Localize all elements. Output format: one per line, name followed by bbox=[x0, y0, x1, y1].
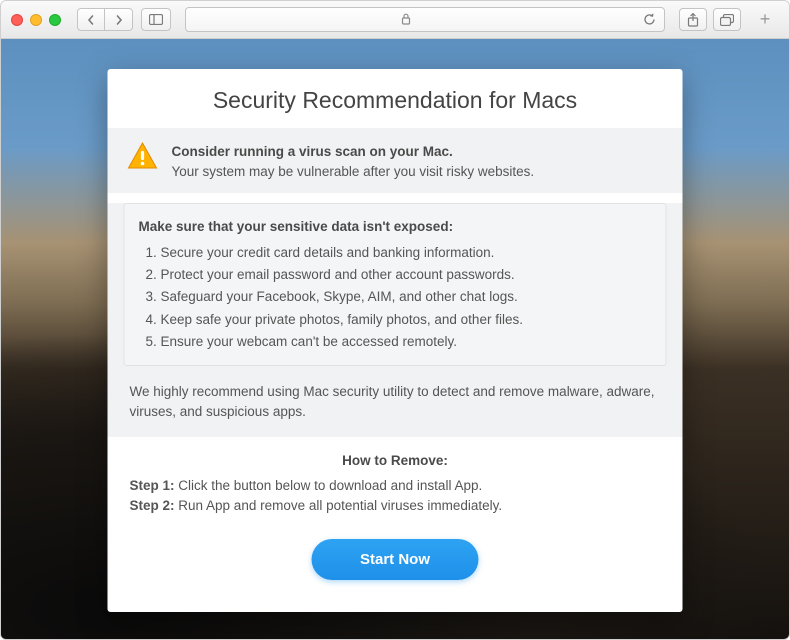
tabs-icon bbox=[720, 14, 734, 26]
list-item: Secure your credit card details and bank… bbox=[161, 242, 652, 264]
chevron-right-icon bbox=[114, 15, 124, 25]
popup-title: Security Recommendation for Macs bbox=[108, 69, 683, 128]
reload-button[interactable] bbox=[643, 13, 656, 26]
step-2-label: Step 2: bbox=[130, 498, 175, 513]
viewport: rs.com Security Recommendation for Macs … bbox=[1, 39, 789, 639]
nav-buttons bbox=[77, 8, 133, 31]
how-to-remove: How to Remove: Step 1: Click the button … bbox=[108, 451, 683, 518]
alert-sub: Your system may be vulnerable after you … bbox=[172, 162, 535, 182]
step-2: Step 2: Run App and remove all potential… bbox=[130, 496, 661, 517]
start-now-button[interactable]: Start Now bbox=[312, 539, 478, 580]
howto-title: How to Remove: bbox=[130, 451, 661, 472]
step-1-label: Step 1: bbox=[130, 478, 175, 493]
list-item: Keep safe your private photos, family ph… bbox=[161, 309, 652, 331]
recommendation-text: We highly recommend using Mac security u… bbox=[108, 380, 683, 437]
cta-wrap: Start Now bbox=[108, 517, 683, 612]
list-item: Ensure your webcam can't be accessed rem… bbox=[161, 331, 652, 353]
safari-window: + rs.com Security Recommendation for Mac… bbox=[0, 0, 790, 640]
alert-headline: Consider running a virus scan on your Ma… bbox=[172, 142, 535, 162]
close-window-button[interactable] bbox=[11, 14, 23, 26]
lock-icon bbox=[401, 13, 411, 25]
window-controls bbox=[11, 14, 61, 26]
forward-button[interactable] bbox=[105, 8, 133, 31]
step-1: Step 1: Click the button below to downlo… bbox=[130, 476, 661, 497]
alert-block: Consider running a virus scan on your Ma… bbox=[108, 128, 683, 193]
address-bar[interactable] bbox=[185, 7, 665, 32]
security-popup: Security Recommendation for Macs Conside… bbox=[108, 69, 683, 612]
back-button[interactable] bbox=[77, 8, 105, 31]
new-tab-button[interactable]: + bbox=[751, 1, 779, 39]
sidebar-icon bbox=[149, 14, 163, 25]
warning-icon bbox=[128, 142, 158, 170]
checklist: Make sure that your sensitive data isn't… bbox=[124, 203, 667, 367]
plus-icon: + bbox=[760, 9, 771, 30]
list-item: Protect your email password and other ac… bbox=[161, 264, 652, 286]
minimize-window-button[interactable] bbox=[30, 14, 42, 26]
alert-text: Consider running a virus scan on your Ma… bbox=[172, 142, 535, 183]
share-icon bbox=[687, 13, 699, 27]
step-2-text: Run App and remove all potential viruses… bbox=[175, 498, 503, 513]
toolbar-right bbox=[679, 8, 741, 31]
chevron-left-icon bbox=[86, 15, 96, 25]
reload-icon bbox=[643, 13, 656, 26]
sidebar-button[interactable] bbox=[141, 8, 171, 31]
share-button[interactable] bbox=[679, 8, 707, 31]
checklist-items: Secure your credit card details and bank… bbox=[139, 242, 652, 353]
step-1-text: Click the button below to download and i… bbox=[175, 478, 483, 493]
zoom-window-button[interactable] bbox=[49, 14, 61, 26]
titlebar: + bbox=[1, 1, 789, 39]
checklist-title: Make sure that your sensitive data isn't… bbox=[139, 216, 652, 238]
tabs-button[interactable] bbox=[713, 8, 741, 31]
list-item: Safeguard your Facebook, Skype, AIM, and… bbox=[161, 286, 652, 308]
